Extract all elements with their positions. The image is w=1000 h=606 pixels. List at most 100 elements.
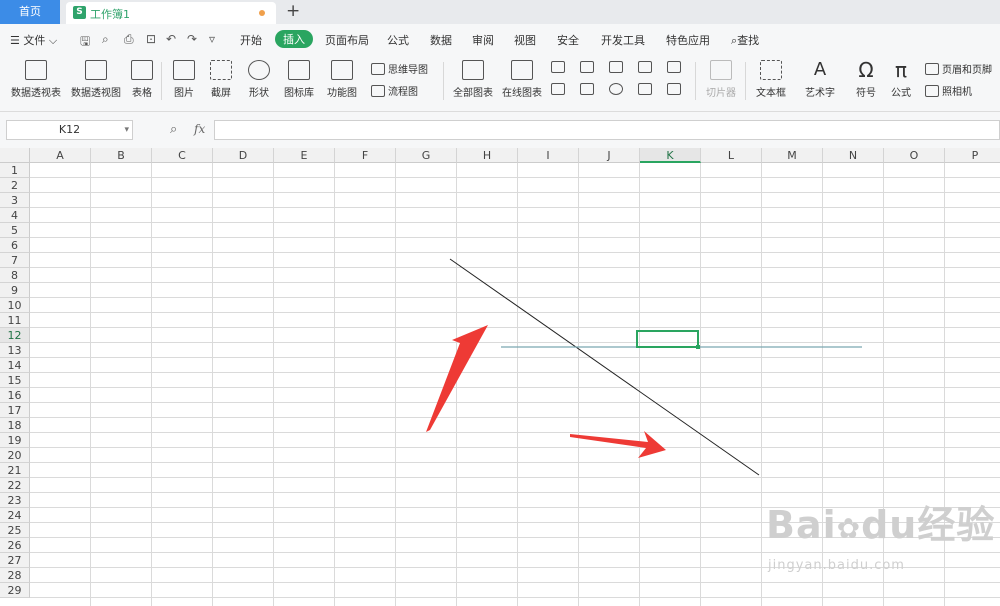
- all-charts-button[interactable]: 全部图表: [452, 60, 494, 99]
- shape-icon: [248, 60, 270, 80]
- online-chart-icon: [511, 60, 533, 80]
- spreadsheet-icon: S: [73, 6, 86, 19]
- fill-handle[interactable]: [696, 345, 700, 349]
- line-chart-button[interactable]: [609, 61, 626, 74]
- formula-input[interactable]: [214, 120, 1000, 140]
- menu-bar: ☰ 文件 ⌵ 🖫 ⌕ ⎙ ⊡ ↶ ↷ ▿ 开始 插入 页面布局 公式 数据 审阅…: [0, 24, 1000, 54]
- function-chart-button[interactable]: 功能图: [322, 60, 362, 99]
- format-painter-icon[interactable]: ⌕: [102, 32, 109, 47]
- ribbon-divider: [745, 62, 746, 100]
- screenshot-button[interactable]: 截屏: [206, 60, 236, 99]
- name-box[interactable]: K12 ▾: [6, 120, 133, 140]
- function-chart-icon: [331, 60, 353, 80]
- picture-button[interactable]: 图片: [169, 60, 199, 99]
- text-box-icon: [760, 60, 782, 80]
- zoom-icon[interactable]: ⌕: [170, 122, 177, 137]
- radar-chart-button[interactable]: [638, 61, 655, 74]
- watermark-url: jingyan.baidu.com: [768, 558, 905, 573]
- workbook-name: 工作簿1: [90, 8, 130, 21]
- red-arrow-right-icon: [570, 431, 666, 458]
- print-preview-icon[interactable]: ⊡: [146, 32, 156, 46]
- icon-library-icon: [288, 60, 310, 80]
- stock-chart-button[interactable]: [551, 83, 568, 96]
- slicer-icon: [710, 60, 732, 80]
- online-charts-button[interactable]: 在线图表: [500, 60, 544, 99]
- tab-data[interactable]: 数据: [430, 32, 452, 48]
- selected-cell-k12[interactable]: [636, 330, 699, 348]
- slicer-button: 切片器: [704, 60, 738, 99]
- omega-icon: Ω: [858, 58, 874, 82]
- unsaved-dot-icon: [259, 10, 265, 16]
- header-footer-button[interactable]: 页眉和页脚: [925, 61, 992, 76]
- tab-view[interactable]: 视图: [514, 32, 536, 48]
- home-tab[interactable]: 首页: [0, 0, 60, 24]
- pivot-table-button[interactable]: 数据透视表: [10, 60, 62, 99]
- new-tab-button[interactable]: +: [286, 1, 300, 21]
- file-menu[interactable]: ☰ 文件 ⌵: [10, 32, 57, 48]
- bar-chart-icon: [462, 60, 484, 80]
- undo-icon[interactable]: ↶: [166, 32, 176, 46]
- area-chart-button[interactable]: [667, 61, 684, 74]
- fx-icon[interactable]: fx: [194, 122, 205, 136]
- red-arrow-up-icon: [426, 325, 488, 432]
- paw-icon: ✿: [836, 512, 862, 545]
- watermark-brand: Bai✿du经验: [766, 503, 996, 547]
- mind-map-button[interactable]: 思维导图: [371, 61, 428, 76]
- text-box-button[interactable]: 文本框: [752, 60, 790, 99]
- bar-chart-icon: [580, 61, 594, 73]
- baidu-watermark: Bai✿du经验 jingyan.baidu.com: [766, 494, 996, 573]
- tab-page-layout[interactable]: 页面布局: [325, 32, 369, 48]
- pie-chart-icon: [609, 83, 623, 95]
- scatter-chart-button[interactable]: [638, 83, 655, 96]
- diagonal-line-shape[interactable]: [449, 258, 760, 476]
- header-footer-icon: [925, 63, 939, 75]
- combo-chart-button[interactable]: [580, 83, 597, 96]
- word-art-button[interactable]: A 艺术字: [800, 59, 840, 100]
- customize-icon[interactable]: ▿: [209, 32, 215, 46]
- tab-formulas[interactable]: 公式: [387, 32, 409, 48]
- flowchart-icon: [371, 85, 385, 97]
- camera-button[interactable]: 照相机: [925, 83, 972, 98]
- flowchart-button[interactable]: 流程图: [371, 83, 418, 98]
- pi-icon: π: [894, 58, 908, 82]
- combo-chart-icon: [580, 83, 594, 95]
- scatter-chart-icon: [638, 83, 652, 95]
- ribbon-divider: [443, 62, 444, 100]
- equation-button[interactable]: π 公式: [889, 60, 913, 99]
- picture-icon: [173, 60, 195, 80]
- spreadsheet-grid[interactable]: ABCDEFGHIJKLMNOP 1 2 3 4 5 6 7 8 9 10 11 12 13 14 15 16…: [0, 148, 1000, 606]
- tab-start[interactable]: 开始: [240, 32, 262, 48]
- print-icon[interactable]: ⎙: [124, 32, 134, 47]
- mind-map-icon: [371, 63, 385, 75]
- tab-review[interactable]: 审阅: [472, 32, 494, 48]
- symbol-button[interactable]: Ω 符号: [851, 60, 881, 99]
- column-chart-button[interactable]: [551, 61, 568, 74]
- table-button[interactable]: 表格: [130, 60, 154, 99]
- bar-chart-button[interactable]: [580, 61, 597, 74]
- save-icon[interactable]: 🖫: [80, 32, 90, 53]
- column-chart-icon: [551, 61, 565, 73]
- pivot-chart-button[interactable]: 数据透视图: [70, 60, 122, 99]
- workbook-tab[interactable]: S 工作簿1: [66, 2, 276, 24]
- hamburger-icon: ☰: [10, 34, 24, 47]
- chevron-down-icon: ▾: [124, 125, 129, 135]
- ribbon-divider: [695, 62, 696, 100]
- tab-developer[interactable]: 开发工具: [601, 32, 645, 48]
- tab-features[interactable]: 特色应用: [666, 32, 710, 48]
- tab-security[interactable]: 安全: [557, 32, 579, 48]
- ribbon-divider: [161, 62, 162, 100]
- tab-insert[interactable]: 插入: [275, 30, 313, 48]
- other-chart-icon: [667, 83, 681, 95]
- line-chart-icon: [609, 61, 623, 73]
- pie-chart-button[interactable]: [609, 83, 626, 96]
- ribbon-insert: 数据透视表 数据透视图 表格 图片 截屏 形状 图标库 功能图 思维导图 流程图…: [0, 54, 1000, 112]
- shape-button[interactable]: 形状: [244, 60, 274, 99]
- word-art-icon: A: [813, 59, 827, 80]
- other-chart-button[interactable]: [667, 83, 684, 96]
- radar-chart-icon: [638, 61, 652, 73]
- area-chart-icon: [667, 61, 681, 73]
- camera-icon: [925, 85, 939, 97]
- search-button[interactable]: ⌕查找: [731, 32, 759, 48]
- redo-icon[interactable]: ↷: [187, 32, 197, 46]
- icon-library-button[interactable]: 图标库: [282, 60, 316, 99]
